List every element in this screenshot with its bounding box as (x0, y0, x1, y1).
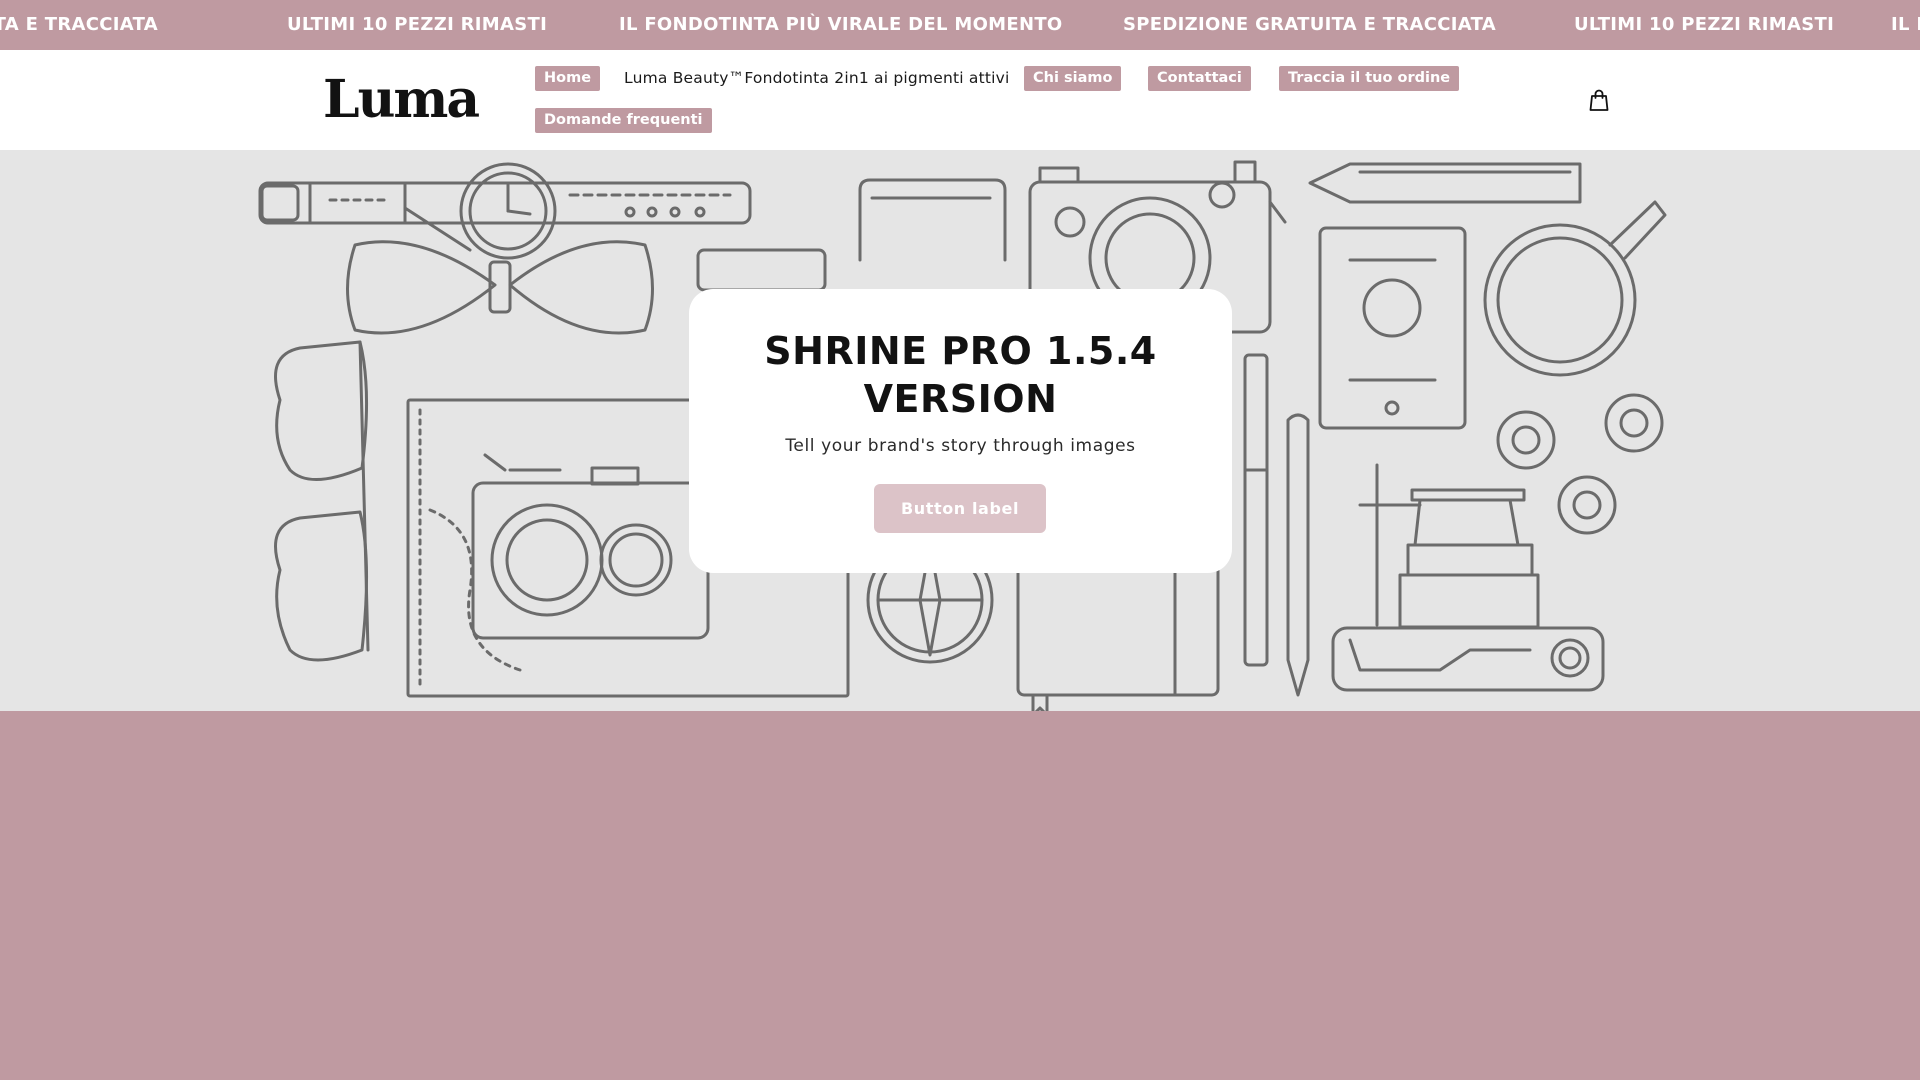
hero-content-card: SHRINE PRO 1.5.4 VERSION Tell your brand… (689, 289, 1232, 573)
announcement-message: ULTIMI 10 PEZZI RIMASTI (287, 14, 548, 35)
hero-banner: SHRINE PRO 1.5.4 VERSION Tell your brand… (0, 150, 1920, 711)
accent-section (0, 711, 1920, 1080)
nav-traccia-ordine[interactable]: Traccia il tuo ordine (1279, 66, 1460, 91)
announcement-message: ULTIMI 10 PEZZI RIMASTI (1574, 14, 1835, 35)
nav-product[interactable]: Luma Beauty™Fondotinta 2in1 ai pigmenti … (624, 66, 1010, 91)
nav-domande-frequenti[interactable]: Domande frequenti (535, 108, 712, 133)
site-header: Luma Home Luma Beauty™Fondotinta 2in1 ai… (0, 50, 1920, 150)
announcement-message: SPEDIZIONE GRATUITA E TRACCIATA (0, 14, 158, 35)
hero-button[interactable]: Button label (874, 484, 1046, 533)
shopping-bag-icon[interactable] (1588, 88, 1610, 112)
hero-title: SHRINE PRO 1.5.4 VERSION (764, 329, 1157, 421)
nav-contattaci[interactable]: Contattaci (1148, 66, 1251, 91)
announcement-bar: SPEDIZIONE GRATUITA E TRACCIATA ULTIMI 1… (0, 0, 1920, 50)
nav-home[interactable]: Home (535, 66, 601, 91)
nav-chi-siamo[interactable]: Chi siamo (1024, 66, 1122, 91)
announcement-message: IL FONDOTINTA PIÙ VIRALE DEL MOMENTO (619, 14, 1063, 35)
hero-subtitle: Tell your brand's story through images (785, 436, 1136, 456)
site-logo[interactable]: Luma (323, 70, 480, 130)
announcement-message: IL FONDOTINTA PIÙ VIRALE DEL MOMENTO (1891, 14, 1920, 35)
announcement-message: SPEDIZIONE GRATUITA E TRACCIATA (1123, 14, 1496, 35)
